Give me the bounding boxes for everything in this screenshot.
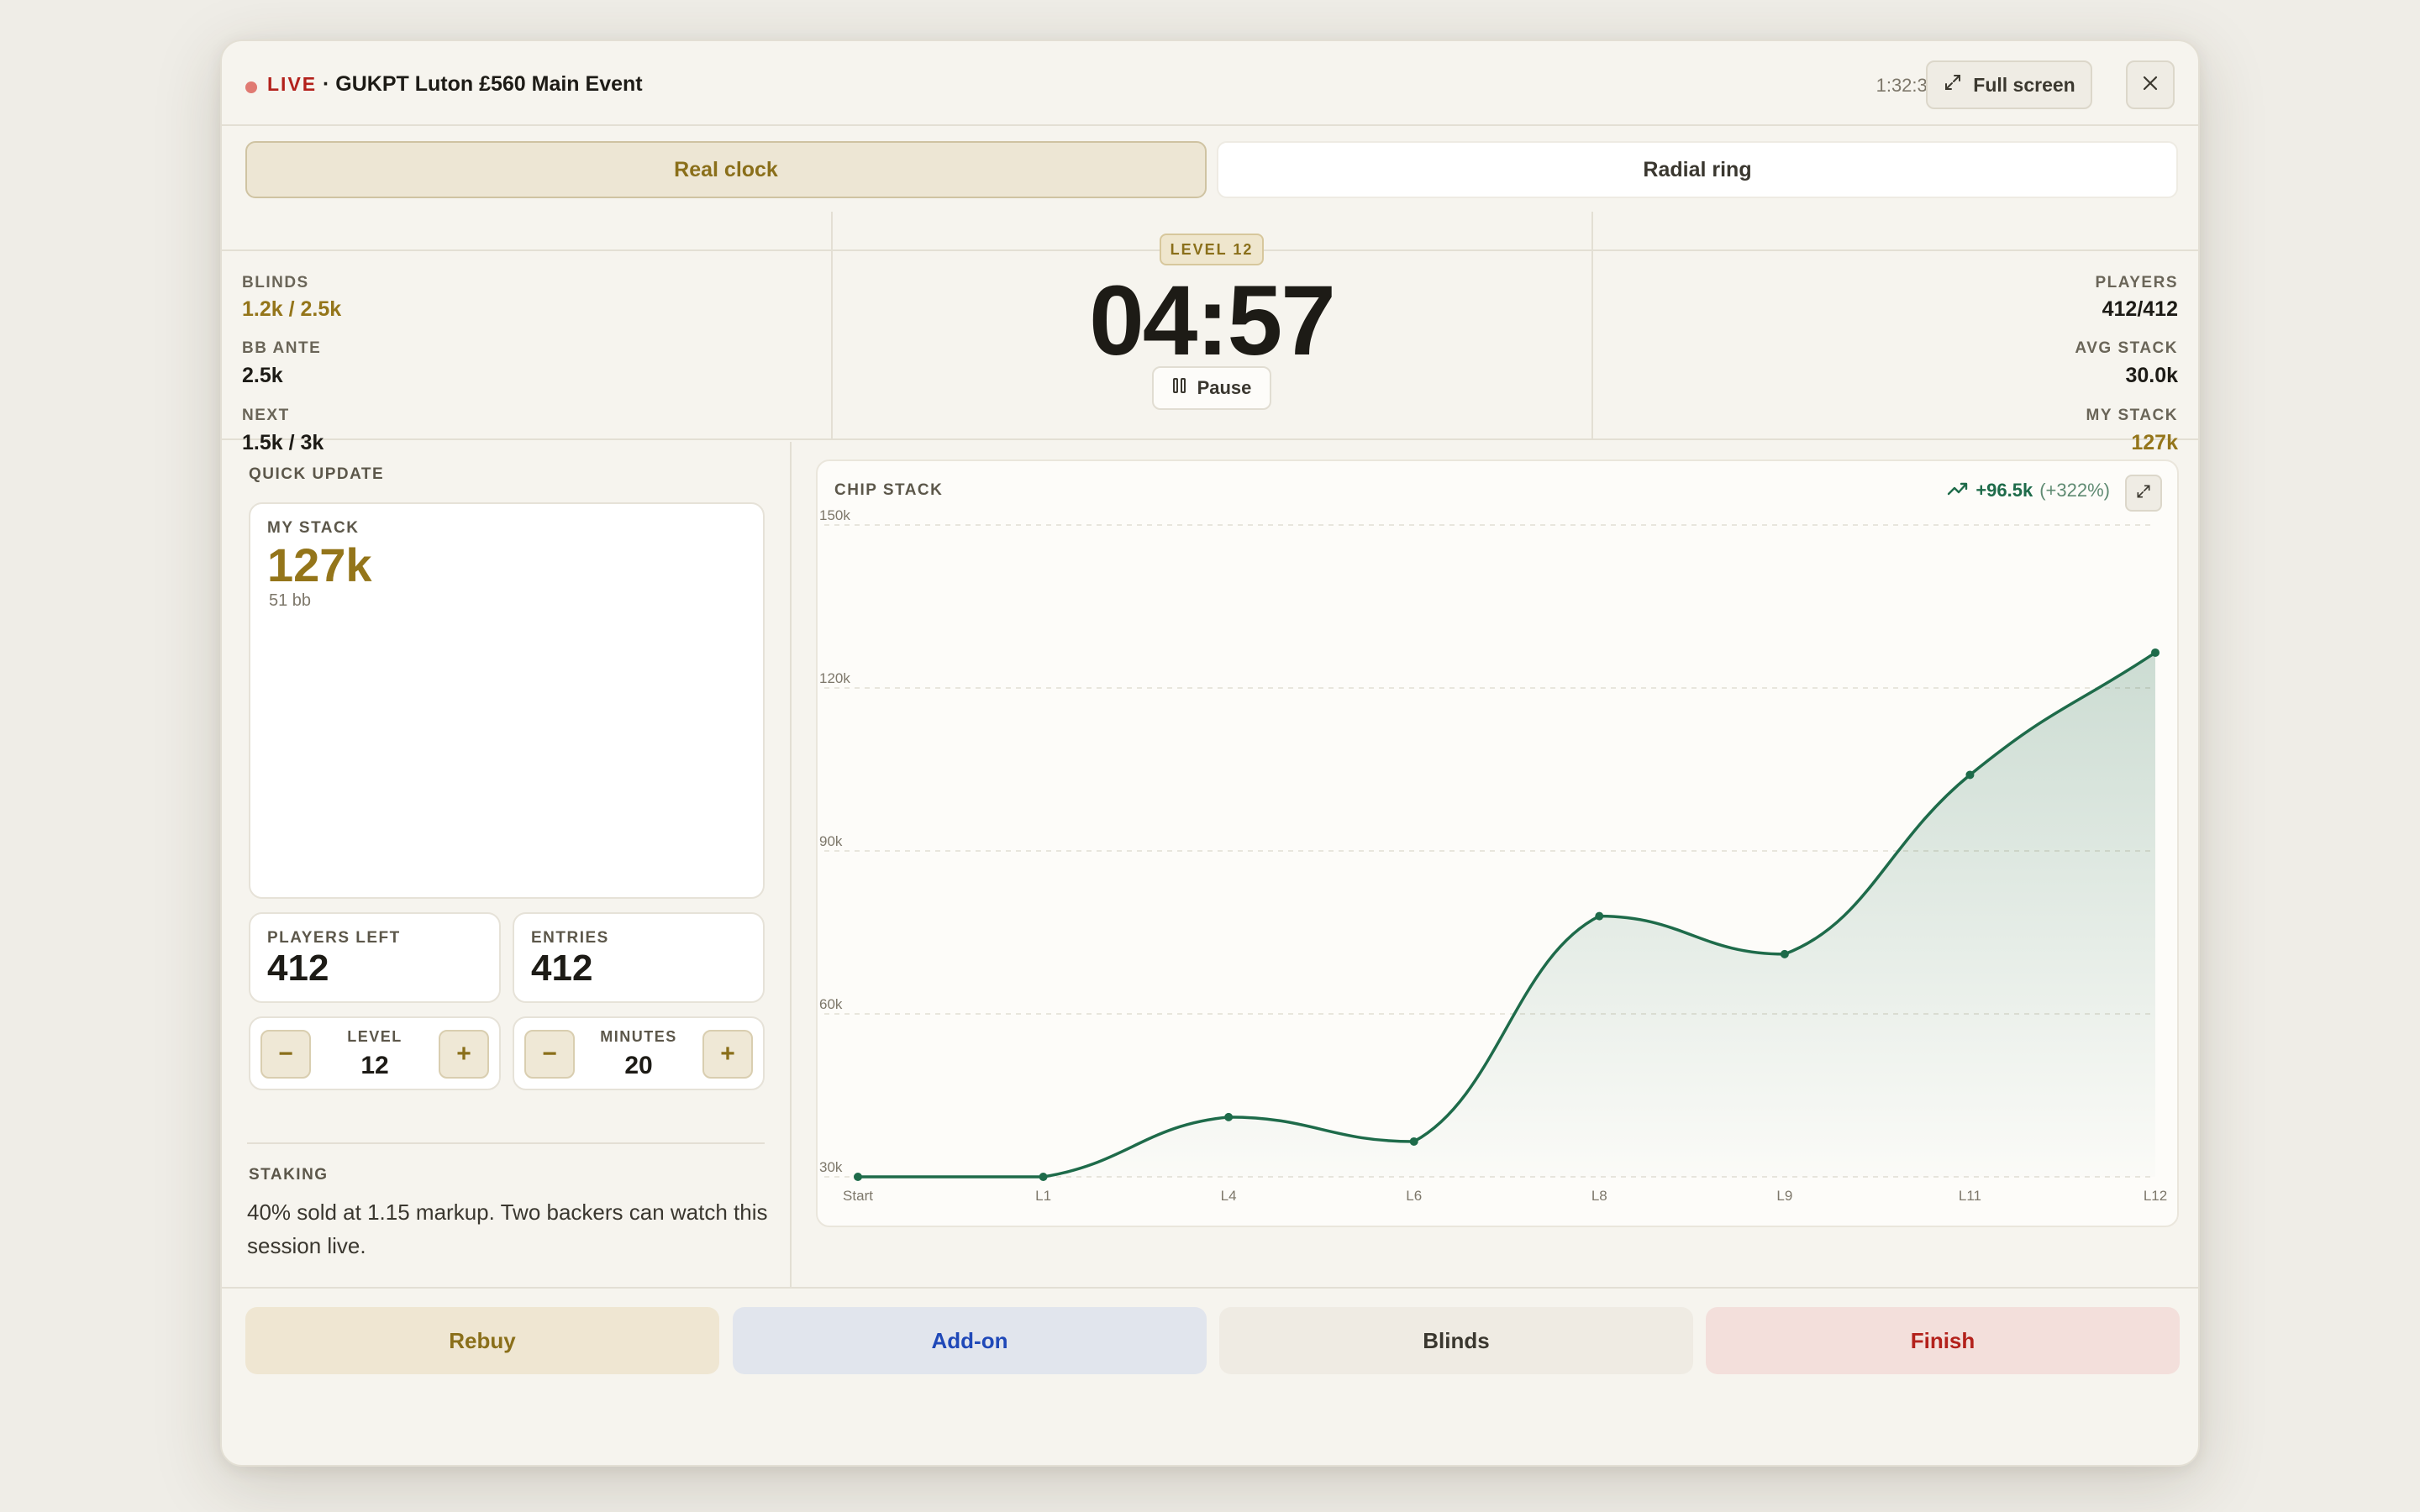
entries-card[interactable]: ENTRIES 412 <box>513 912 765 1003</box>
chip-stack-chart: 30k 60k 90k 120k 150k Start L1 L4 L6 L8 L9 L11 L12 <box>819 507 2167 1204</box>
y-tick-label: 60k <box>819 996 843 1012</box>
x-tick-label: L9 <box>1776 1188 1792 1204</box>
my-stack-label: MY STACK <box>2086 407 2178 424</box>
pause-label: Pause <box>1197 377 1252 398</box>
finish-button[interactable]: Finish <box>1706 1307 2180 1374</box>
y-tick-label: 150k <box>819 507 850 523</box>
level-increment-button[interactable]: + <box>439 1030 489 1079</box>
my-stack-card-label: MY STACK <box>267 519 360 537</box>
entries-label: ENTRIES <box>531 929 609 947</box>
countdown-clock: 04:57 <box>1089 265 1336 376</box>
x-tick-label: L8 <box>1591 1188 1607 1204</box>
tournament-clock-window: LIVE · GUKPT Luton £560 Main Event 1:32:… <box>220 39 2200 1467</box>
my-stack-card[interactable]: MY STACK 127k 51 bb <box>249 502 765 899</box>
stack-delta: +96.5k (+322%) <box>1947 480 2110 501</box>
staking-text: 40% sold at 1.15 markup. Two backers can… <box>247 1200 768 1258</box>
data-point <box>1224 1112 1234 1121</box>
pause-icon <box>1172 377 1187 399</box>
players-label: PLAYERS <box>2095 274 2178 291</box>
data-point <box>1409 1137 1418 1146</box>
avg-stack-value: 30.0k <box>2125 364 2178 387</box>
minutes-stepper: MINUTES 20 − + <box>513 1016 765 1090</box>
tab-radial-ring[interactable]: Radial ring <box>1217 141 2178 198</box>
level-decrement-button[interactable]: − <box>260 1030 311 1079</box>
minutes-decrement-button[interactable]: − <box>524 1030 575 1079</box>
pause-button[interactable]: Pause <box>1152 366 1271 410</box>
y-tick-label: 30k <box>819 1159 843 1175</box>
staking-title: STAKING <box>249 1166 329 1184</box>
fullscreen-button[interactable]: Full screen <box>1926 60 2092 109</box>
x-tick-label: L1 <box>1035 1188 1051 1204</box>
header-bar: LIVE · GUKPT Luton £560 Main Event 1:32:… <box>222 41 2198 126</box>
my-stack-card-value: 127k <box>267 538 372 591</box>
data-point <box>1965 770 1975 780</box>
chart-expand-button[interactable] <box>2125 475 2162 512</box>
my-stack-value: 127k <box>2131 431 2178 454</box>
ante-value: 2.5k <box>242 364 283 387</box>
blinds-button[interactable]: Blinds <box>1219 1307 1693 1374</box>
action-bar: Rebuy Add-on Blinds Finish <box>222 1287 2198 1465</box>
y-tick-label: 90k <box>819 833 843 849</box>
chip-stack-chart-card: 30k 60k 90k 120k 150k Start L1 L4 L6 L8 L9 L11 L12 C… <box>816 459 2179 1227</box>
event-title: · GUKPT Luton £560 Main Event <box>323 72 643 96</box>
rebuy-button[interactable]: Rebuy <box>245 1307 719 1374</box>
avg-stack-label: AVG STACK <box>2075 339 2178 357</box>
fullscreen-label: Full screen <box>1973 73 2075 96</box>
addon-button[interactable]: Add-on <box>733 1307 1207 1374</box>
quick-update-title: QUICK UPDATE <box>249 465 385 483</box>
live-label: LIVE <box>267 73 318 95</box>
expand-icon <box>1943 72 1963 97</box>
data-point <box>1595 911 1604 921</box>
data-point <box>854 1173 862 1181</box>
blinds-label: BLINDS <box>242 274 309 291</box>
players-left-card[interactable]: PLAYERS LEFT 412 <box>249 912 501 1003</box>
expand-icon <box>2135 483 2152 504</box>
stats-divider <box>831 212 833 438</box>
players-left-label: PLAYERS LEFT <box>267 929 401 947</box>
players-left-value: 412 <box>267 948 329 989</box>
next-label: NEXT <box>242 407 290 424</box>
tab-real-clock[interactable]: Real clock <box>245 141 1207 198</box>
close-button[interactable] <box>2126 60 2175 109</box>
ante-label: BB ANTE <box>242 339 322 357</box>
x-tick-label: Start <box>843 1188 873 1204</box>
data-point <box>2151 648 2160 657</box>
data-point <box>1780 949 1789 958</box>
delta-percent: (+322%) <box>2039 480 2110 501</box>
delta-value: +96.5k <box>1975 480 2033 501</box>
x-tick-label: L4 <box>1221 1188 1237 1204</box>
stats-panel: BLINDS 1.2k / 2.5k BB ANTE 2.5k NEXT 1.5… <box>222 212 2198 454</box>
divider <box>247 1142 765 1144</box>
my-stack-bb: 51 bb <box>269 591 312 610</box>
live-indicator-dot <box>245 81 257 93</box>
minutes-increment-button[interactable]: + <box>702 1030 753 1079</box>
stats-divider <box>1591 212 1593 438</box>
level-badge: LEVEL 12 <box>1160 234 1264 265</box>
x-tick-label: L12 <box>2144 1188 2167 1204</box>
series-area <box>858 652 2155 1177</box>
y-tick-label: 120k <box>819 670 850 686</box>
x-tick-label: L11 <box>1959 1188 1981 1204</box>
players-value: 412/412 <box>2102 297 2178 321</box>
blinds-value: 1.2k / 2.5k <box>242 297 342 321</box>
close-icon <box>2140 73 2160 97</box>
chart-title: CHIP STACK <box>834 481 944 499</box>
level-stepper: LEVEL 12 − + <box>249 1016 501 1090</box>
x-tick-label: L6 <box>1406 1188 1422 1204</box>
entries-value: 412 <box>531 948 593 989</box>
trend-up-icon <box>1947 480 1969 501</box>
quick-update-panel: QUICK UPDATE MY STACK 127k 51 bb PLAYERS… <box>222 442 792 1287</box>
data-point <box>1039 1173 1048 1181</box>
